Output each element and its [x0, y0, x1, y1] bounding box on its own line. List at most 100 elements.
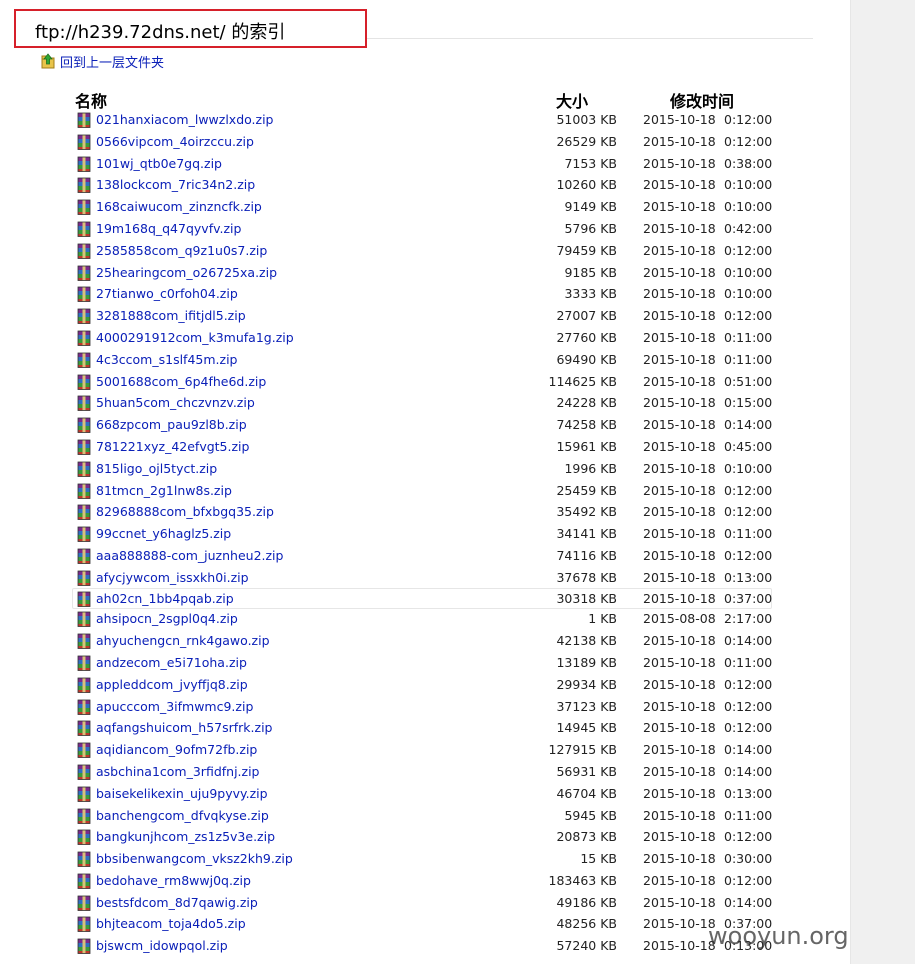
file-link[interactable]: bestsfdcom_8d7qawig.zip: [96, 895, 258, 910]
file-size: 37123 KB: [556, 698, 617, 714]
file-date: 2015-10-18: [643, 894, 716, 910]
title-highlight-box: ftp://h239.72dns.net/ 的索引: [14, 9, 367, 48]
winrar-archive-icon: [76, 243, 92, 259]
file-size: 35492 KB: [556, 504, 617, 520]
file-size: 5796 KB: [564, 220, 617, 236]
file-link[interactable]: baisekelikexin_uju9pyvy.zip: [96, 786, 268, 801]
file-link[interactable]: 815ligo_ojl5tyct.zip: [96, 461, 217, 476]
file-link[interactable]: 101wj_qtb0e7gq.zip: [96, 156, 222, 171]
file-link[interactable]: 021hanxiacom_lwwzlxdo.zip: [96, 112, 274, 127]
file-link[interactable]: bjswcm_idowpqol.zip: [96, 938, 228, 953]
file-date: 2015-10-18: [643, 807, 716, 823]
file-link[interactable]: bedohave_rm8wwj0q.zip: [96, 873, 251, 888]
file-link[interactable]: 5001688com_6p4fhe6d.zip: [96, 374, 266, 389]
table-row: asbchina1com_3rfidfnj.zip 56931 KB 2015-10…: [0, 761, 850, 783]
parent-directory-link[interactable]: 回到上一层文件夹: [40, 52, 165, 71]
file-time: 0:13:00: [724, 569, 773, 585]
winrar-archive-icon: [76, 112, 92, 128]
file-link[interactable]: 19m168q_q47qyvfv.zip: [96, 221, 241, 236]
file-size: 1 KB: [588, 611, 617, 627]
table-row: 81tmcn_2g1lnw8s.zip 25459 KB 2015-10-18 0:1…: [0, 480, 850, 502]
file-size: 46704 KB: [556, 785, 617, 801]
file-link[interactable]: andzecom_e5i71oha.zip: [96, 655, 247, 670]
file-link[interactable]: ah02cn_1bb4pqab.zip: [96, 591, 234, 606]
file-link[interactable]: appleddcom_jvyffjq8.zip: [96, 677, 248, 692]
file-time: 2:17:00: [724, 611, 773, 627]
file-time: 0:11:00: [724, 807, 773, 823]
winrar-archive-icon: [76, 570, 92, 586]
file-link[interactable]: apucccom_3ifmwmc9.zip: [96, 699, 253, 714]
file-link[interactable]: bhjteacom_toja4do5.zip: [96, 916, 246, 931]
file-link[interactable]: 99ccnet_y6haglz5.zip: [96, 526, 231, 541]
table-row: 668zpcom_pau9zl8b.zip 74258 KB 2015-10-18 0…: [0, 414, 850, 436]
file-time: 0:37:00: [724, 590, 773, 606]
table-row: 5huan5com_chczvnzv.zip 24228 KB 2015-10-18…: [0, 392, 850, 414]
vertical-scrollbar[interactable]: [850, 0, 915, 964]
winrar-archive-icon: [76, 720, 92, 737]
file-time: 0:14:00: [724, 633, 773, 649]
file-date: 2015-10-18: [643, 155, 716, 171]
file-date: 2015-10-18: [643, 438, 716, 454]
file-link[interactable]: bangkunjhcom_zs1z5v3e.zip: [96, 829, 275, 844]
file-link[interactable]: aaa888888-com_juznheu2.zip: [96, 548, 283, 563]
file-link[interactable]: aqidiancom_9ofm72fb.zip: [96, 742, 257, 757]
file-link[interactable]: ahyuchengcn_rnk4gawo.zip: [96, 633, 270, 648]
file-date: 2015-10-18: [643, 242, 716, 258]
file-time: 0:12:00: [724, 698, 773, 714]
file-link[interactable]: aqfangshuicom_h57srfrk.zip: [96, 720, 273, 735]
file-link[interactable]: bbsibenwangcom_vksz2kh9.zip: [96, 851, 293, 866]
file-size: 25459 KB: [556, 482, 617, 498]
file-time: 0:12:00: [724, 112, 773, 127]
file-size: 20873 KB: [556, 829, 617, 845]
file-link[interactable]: 25hearingcom_o26725xa.zip: [96, 265, 277, 280]
file-size: 3333 KB: [564, 286, 617, 302]
winrar-archive-icon: [76, 221, 92, 237]
table-row: baisekelikexin_uju9pyvy.zip 46704 KB 2015-…: [0, 783, 850, 805]
file-link[interactable]: 82968888com_bfxbgq35.zip: [96, 504, 274, 519]
table-row: ahsipocn_2sgpl0q4.zip 1 KB 2015-08-08 2:17:…: [0, 608, 850, 630]
file-size: 79459 KB: [556, 242, 617, 258]
file-size: 9149 KB: [564, 199, 617, 215]
file-link[interactable]: 4c3ccom_s1slf45m.zip: [96, 352, 237, 367]
file-date: 2015-10-18: [643, 547, 716, 563]
table-row: 5001688com_6p4fhe6d.zip 114625 KB 2015-10-…: [0, 371, 850, 393]
file-link[interactable]: 168caiwucom_zinzncfk.zip: [96, 199, 262, 214]
parent-directory-label: 回到上一层文件夹: [60, 55, 165, 71]
file-link[interactable]: asbchina1com_3rfidfnj.zip: [96, 764, 260, 779]
file-link[interactable]: 2585858com_q9z1u0s7.zip: [96, 243, 267, 258]
file-link[interactable]: afycjywcom_issxkh0i.zip: [96, 570, 249, 585]
file-link[interactable]: 5huan5com_chczvnzv.zip: [96, 395, 255, 410]
file-size: 74116 KB: [556, 547, 617, 563]
file-link[interactable]: 27tianwo_c0rfoh04.zip: [96, 286, 238, 301]
table-row: 4000291912com_k3mufa1g.zip 27760 KB 2015-1…: [0, 327, 850, 349]
ftp-index-page: ftp://h239.72dns.net/ 的索引 回到上一层文件夹 名称 大小…: [0, 0, 850, 964]
file-link[interactable]: 781221xyz_42efvgt5.zip: [96, 439, 249, 454]
winrar-archive-icon: [76, 308, 92, 325]
file-size: 30318 KB: [556, 590, 617, 606]
winrar-archive-icon: [76, 526, 92, 543]
file-link[interactable]: 4000291912com_k3mufa1g.zip: [96, 330, 294, 345]
file-date: 2015-10-18: [643, 698, 716, 714]
folder-up-icon: [40, 53, 56, 69]
file-time: 0:12:00: [724, 504, 773, 520]
winrar-archive-icon: [76, 156, 92, 172]
file-size: 42138 KB: [556, 633, 617, 649]
file-size: 27760 KB: [556, 329, 617, 345]
file-size: 26529 KB: [556, 133, 617, 149]
file-link[interactable]: 668zpcom_pau9zl8b.zip: [96, 417, 247, 432]
table-row: aaa888888-com_juznheu2.zip 74116 KB 2015-1…: [0, 545, 850, 567]
file-link[interactable]: banchengcom_dfvqkyse.zip: [96, 808, 269, 823]
file-size: 37678 KB: [556, 569, 617, 585]
file-link[interactable]: 0566vipcom_4oirzccu.zip: [96, 134, 254, 149]
file-size: 1996 KB: [564, 460, 617, 476]
file-time: 0:14:00: [724, 417, 773, 433]
file-date: 2015-10-18: [643, 720, 716, 736]
winrar-archive-icon: [76, 677, 92, 693]
table-row: bangkunjhcom_zs1z5v3e.zip 20873 KB 2015-10…: [0, 826, 850, 848]
file-link[interactable]: 81tmcn_2g1lnw8s.zip: [96, 483, 232, 498]
file-link[interactable]: 3281888com_ifitjdl5.zip: [96, 308, 246, 323]
file-date: 2015-10-18: [643, 264, 716, 280]
file-link[interactable]: 138lockcom_7ric34n2.zip: [96, 177, 255, 192]
table-row: 101wj_qtb0e7gq.zip 7153 KB 2015-10-18 0:38:…: [0, 153, 850, 175]
file-link[interactable]: ahsipocn_2sgpl0q4.zip: [96, 611, 238, 626]
